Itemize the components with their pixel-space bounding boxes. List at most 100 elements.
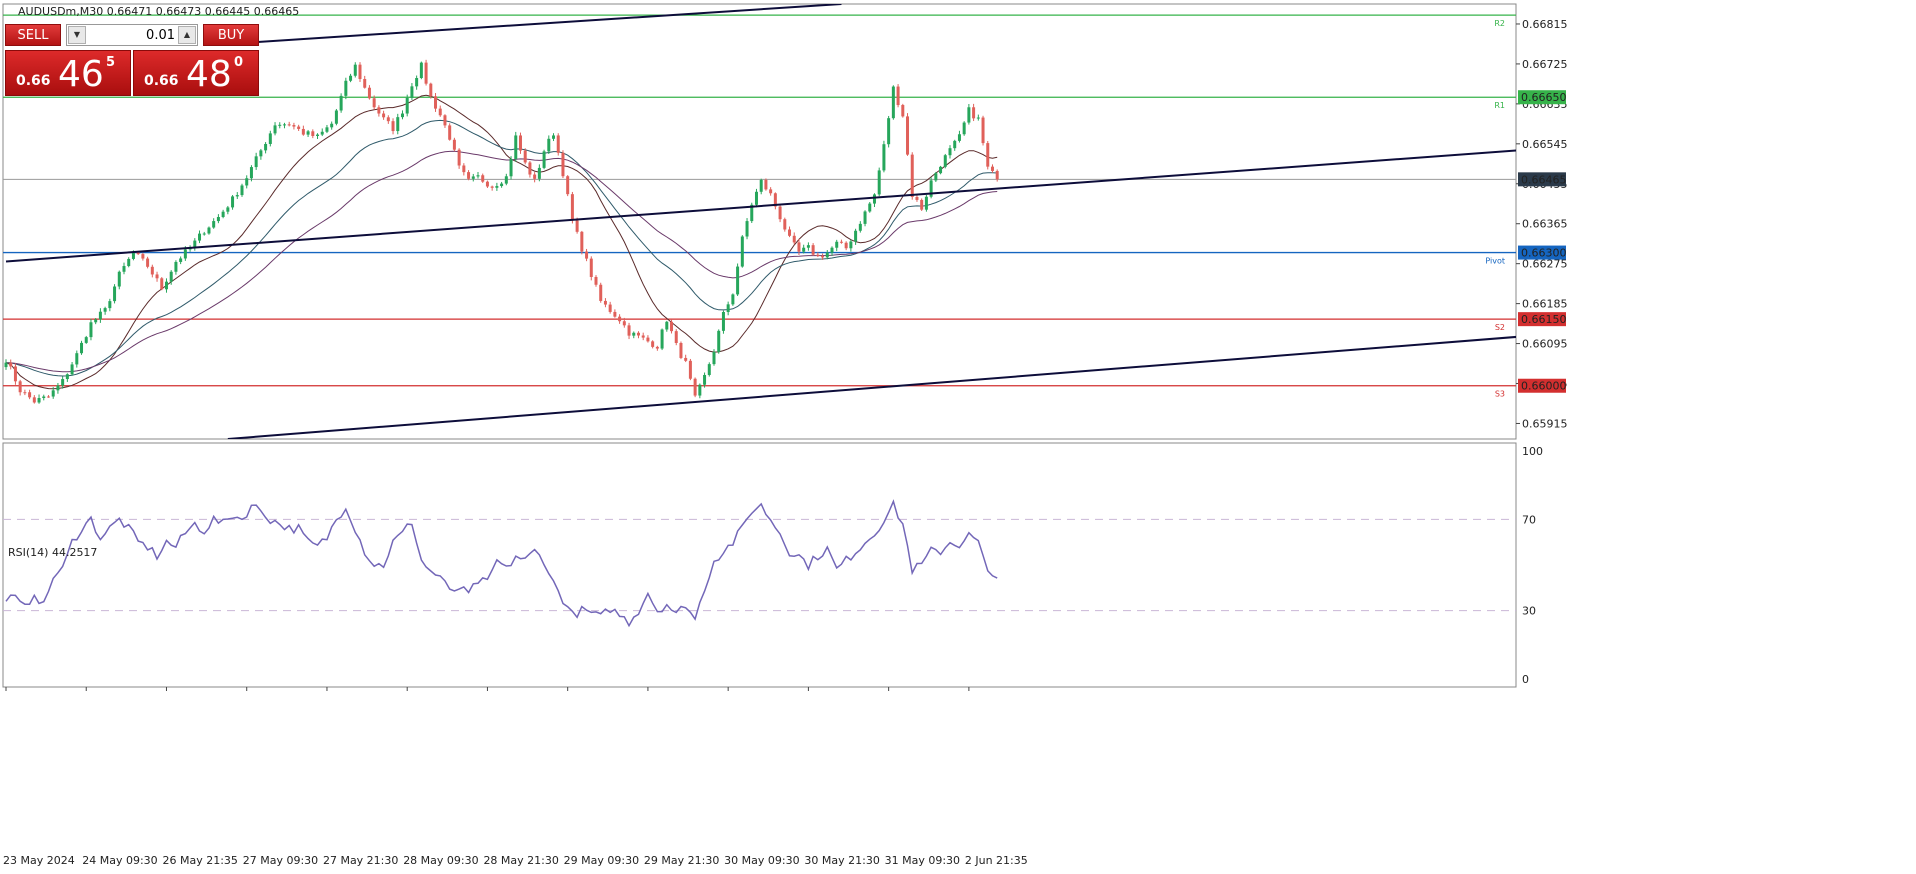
- candle-body: [169, 271, 173, 282]
- candle: [273, 122, 277, 136]
- candle-body: [783, 219, 787, 230]
- candle: [877, 167, 881, 197]
- time-tick-label: 31 May 09:30: [885, 854, 960, 867]
- candle-body: [693, 378, 697, 396]
- candle-body: [844, 242, 848, 249]
- candle: [721, 310, 725, 334]
- candle: [745, 218, 749, 240]
- candle-body: [46, 396, 50, 398]
- candle: [679, 341, 683, 360]
- candle-body: [731, 294, 735, 305]
- candle: [386, 115, 390, 124]
- candle-body: [400, 113, 404, 118]
- candle-body: [316, 134, 320, 136]
- sell-price-button[interactable]: 0.66 46 5: [5, 50, 131, 96]
- candle-body: [561, 152, 565, 177]
- candle: [514, 131, 518, 162]
- candle-body: [457, 149, 461, 166]
- candle: [537, 164, 541, 182]
- candle: [773, 192, 777, 210]
- triangle-down-icon[interactable]: ▼: [68, 26, 86, 44]
- candle-body: [28, 392, 32, 398]
- candle: [292, 122, 296, 130]
- triangle-up-icon[interactable]: ▲: [178, 26, 196, 44]
- candle-body: [745, 221, 749, 237]
- candle-body: [920, 199, 924, 210]
- candle: [448, 123, 452, 141]
- candle-body: [877, 170, 881, 195]
- candle: [457, 148, 461, 169]
- candle: [18, 379, 22, 396]
- candle: [56, 382, 60, 394]
- time-tick-label: 30 May 09:30: [724, 854, 799, 867]
- candle: [278, 122, 282, 129]
- candle-body: [65, 374, 69, 380]
- candle: [216, 214, 220, 224]
- candle: [972, 103, 976, 122]
- candle: [891, 85, 895, 120]
- candle-body: [547, 138, 551, 152]
- candle-body: [297, 126, 301, 129]
- lot-size-stepper[interactable]: ▼ ▲: [66, 24, 198, 46]
- candle-body: [198, 233, 202, 241]
- candle: [424, 59, 428, 86]
- sell-button[interactable]: SELL: [5, 24, 61, 46]
- candle: [174, 260, 178, 275]
- candle-body: [372, 98, 376, 108]
- candle-body: [915, 196, 919, 200]
- level-price-tag-text: 0.66300: [1521, 247, 1567, 260]
- candle: [636, 331, 640, 339]
- candle: [660, 328, 664, 351]
- candle-body: [797, 242, 801, 252]
- candle: [221, 209, 225, 219]
- time-axis: 23 May 2024 24 May 09:30 26 May 21:35 27 Ma…: [3, 687, 1028, 867]
- candle-body: [981, 117, 985, 144]
- candle-body: [424, 62, 428, 84]
- candle-body: [891, 86, 895, 119]
- candle: [523, 148, 527, 165]
- buy-button[interactable]: BUY: [203, 24, 259, 46]
- candle-body: [419, 62, 423, 79]
- candle: [146, 256, 150, 269]
- candle: [953, 139, 957, 151]
- time-tick-label: 27 May 09:30: [243, 854, 318, 867]
- candle: [42, 394, 46, 401]
- candle-body: [254, 156, 258, 168]
- candle-body: [264, 143, 268, 151]
- candle-body: [953, 140, 957, 149]
- candle: [301, 125, 305, 136]
- candle: [924, 194, 928, 212]
- candle-body: [405, 97, 409, 114]
- candle-body: [934, 173, 938, 181]
- time-tick-label: 27 May 21:30: [323, 854, 398, 867]
- rsi-title: RSI(14) 44.2517: [8, 546, 97, 559]
- candle-body: [249, 167, 253, 179]
- candle-body: [476, 175, 480, 177]
- candle: [920, 198, 924, 211]
- candle: [599, 282, 603, 303]
- candle-body: [712, 352, 716, 365]
- candle-body: [42, 396, 46, 399]
- candle: [212, 218, 216, 229]
- candle: [693, 377, 697, 398]
- buy-price-button[interactable]: 0.66 48 0: [133, 50, 259, 96]
- candle-body: [353, 64, 357, 76]
- candle-body: [811, 245, 815, 255]
- lot-size-input[interactable]: [89, 26, 175, 44]
- candle-body: [849, 241, 853, 249]
- candle: [594, 275, 598, 287]
- candle: [349, 73, 353, 83]
- candle: [618, 314, 622, 324]
- candle-body: [301, 128, 305, 135]
- candle: [670, 319, 674, 334]
- chart-canvas[interactable]: R2R1PivotS2S3 0.668150.667250.666350.665…: [0, 0, 1916, 874]
- candle: [698, 383, 702, 399]
- candle: [528, 161, 532, 178]
- level-r2-label: R2: [1494, 19, 1505, 28]
- level-price-tag-text: 0.66650: [1521, 91, 1567, 104]
- candle: [155, 271, 159, 282]
- candle-body: [788, 229, 792, 236]
- candle: [117, 270, 121, 290]
- candle: [967, 104, 971, 125]
- level-price-tag-text: 0.66150: [1521, 313, 1567, 326]
